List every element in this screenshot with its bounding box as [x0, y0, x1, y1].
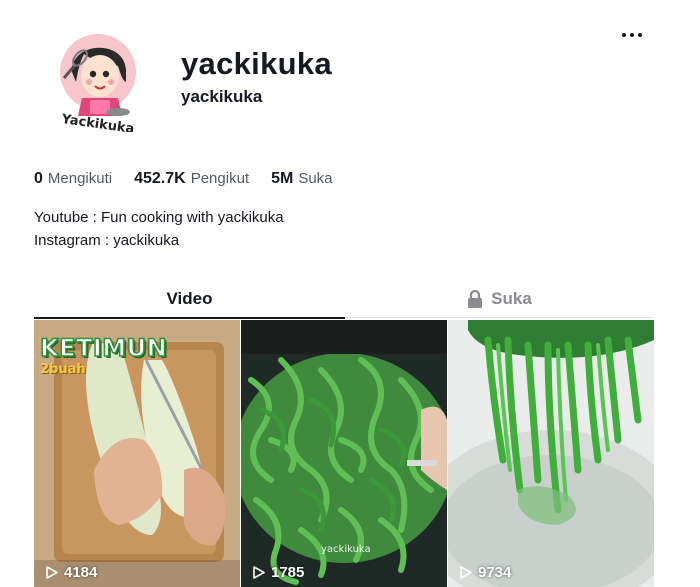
tab-videos[interactable]: Video [34, 280, 345, 319]
tab-videos-label: Video [166, 289, 213, 308]
video-overlay-subtitle: 2buah [40, 362, 86, 377]
profile-tabs: Video Suka [34, 280, 654, 319]
stat-followers[interactable]: 452.7K Pengikut [134, 170, 249, 188]
lock-icon [468, 290, 483, 308]
play-icon [253, 566, 265, 579]
profile-stats: 0 Mengikuti 452.7K Pengikut 5M Suka [34, 170, 355, 188]
video-overlay-title: KETIMUN [39, 333, 168, 363]
stat-likes: 5M Suka [271, 170, 332, 188]
likes-label: Suka [298, 170, 333, 187]
following-label: Mengikuti [47, 170, 113, 187]
dot-icon [630, 33, 634, 37]
more-options-button[interactable] [616, 24, 648, 46]
video-thumbnail[interactable]: KETIMUN 2buah 4184 [34, 320, 240, 587]
following-count: 0 [34, 170, 43, 187]
tab-liked[interactable]: Suka [345, 280, 654, 318]
green-strands-water-thumbnail [448, 320, 654, 587]
video-thumbnail[interactable]: yackikuka 1785 [241, 320, 447, 587]
view-count: 9734 [460, 564, 511, 581]
nickname: yackikuka [181, 87, 263, 106]
likes-count: 5M [271, 170, 294, 187]
dot-icon [638, 33, 642, 37]
stat-following[interactable]: 0 Mengikuti [34, 170, 112, 188]
active-tab-indicator [34, 317, 345, 319]
bio-line: Instagram : yackikuka [34, 232, 180, 249]
view-count: 4184 [46, 564, 97, 581]
profile-avatar[interactable]: Yackikuka [42, 20, 154, 137]
view-count: 1785 [253, 564, 304, 581]
video-watermark: yackikuka [321, 544, 371, 555]
username: yackikuka [181, 46, 332, 81]
chef-girl-avatar-icon: Yackikuka [60, 34, 136, 137]
view-count-value: 4184 [64, 564, 98, 581]
followers-count: 452.7K [134, 170, 186, 187]
view-count-value: 1785 [271, 564, 305, 581]
play-icon [460, 566, 472, 579]
video-thumbnail[interactable]: 9734 [448, 320, 654, 587]
profile-bio: Youtube : Fun cooking with yackikuka Ins… [34, 206, 284, 252]
followers-label: Pengikut [190, 170, 250, 187]
tab-liked-label: Suka [491, 289, 532, 308]
video-grid: KETIMUN 2buah 4184 yackikuka 1785 9734 [34, 320, 654, 587]
play-icon [46, 566, 58, 579]
bio-line: Youtube : Fun cooking with yackikuka [34, 209, 284, 226]
dot-icon [622, 33, 626, 37]
view-count-value: 9734 [478, 564, 512, 581]
